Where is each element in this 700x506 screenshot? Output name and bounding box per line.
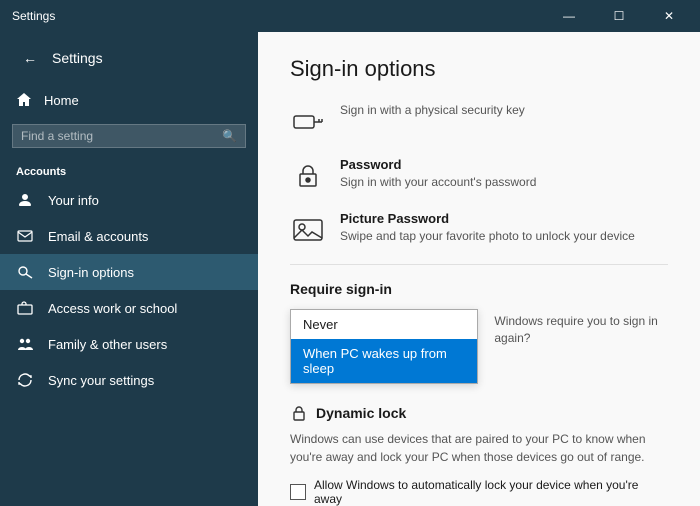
divider	[290, 264, 668, 265]
sidebar-section-label: Accounts	[0, 156, 258, 182]
sync-icon	[16, 371, 34, 389]
dynamic-lock-section: Dynamic lock Windows can use devices tha…	[290, 404, 668, 506]
title-bar-controls: — ☐ ✕	[546, 0, 692, 32]
home-icon	[16, 92, 32, 108]
require-signin-dropdown[interactable]: Never When PC wakes up from sleep	[290, 309, 478, 384]
sidebar-item-label: Email & accounts	[48, 229, 148, 244]
sidebar-item-sync-settings[interactable]: Sync your settings	[0, 362, 258, 398]
option-password: Password Sign in with your account's pas…	[290, 156, 668, 194]
dynamic-lock-desc: Windows can use devices that are paired …	[290, 430, 668, 466]
picture-password-label: Picture Password	[340, 210, 635, 228]
person-icon	[16, 191, 34, 209]
picture-password-text: Picture Password Swipe and tap your favo…	[340, 210, 635, 245]
auto-lock-checkbox[interactable]	[290, 484, 306, 500]
sidebar-item-email-accounts[interactable]: Email & accounts	[0, 218, 258, 254]
briefcase-icon	[16, 299, 34, 317]
sidebar-item-label: Your info	[48, 193, 99, 208]
option-picture-password: Picture Password Swipe and tap your favo…	[290, 210, 668, 248]
security-key-desc: Sign in with a physical security key	[340, 102, 525, 119]
sidebar-item-family-users[interactable]: Family & other users	[0, 326, 258, 362]
back-button[interactable]: ←	[16, 44, 44, 72]
close-button[interactable]: ✕	[646, 0, 692, 32]
sidebar-item-label: Access work or school	[48, 301, 177, 316]
main-container: ← Settings Home 🔍 Accounts Your info	[0, 32, 700, 506]
require-signin-side-text: Windows require you to sign in again?	[494, 309, 668, 347]
password-icon	[290, 158, 326, 194]
auto-lock-checkbox-row[interactable]: Allow Windows to automatically lock your…	[290, 478, 668, 506]
family-icon	[16, 335, 34, 353]
auto-lock-label: Allow Windows to automatically lock your…	[314, 478, 668, 506]
sidebar-item-label: Family & other users	[48, 337, 167, 352]
password-label: Password	[340, 156, 536, 174]
sidebar-item-label: Sign-in options	[48, 265, 134, 280]
sidebar-item-access-work-school[interactable]: Access work or school	[0, 290, 258, 326]
home-label: Home	[44, 93, 79, 108]
dropdown-container: Never When PC wakes up from sleep Window…	[290, 309, 668, 384]
dropdown-option-never[interactable]: Never	[291, 310, 477, 339]
search-icon: 🔍	[222, 129, 237, 143]
content-area: Sign-in options Sign in with a physical …	[258, 32, 700, 506]
dynamic-lock-title: Dynamic lock	[290, 404, 668, 422]
title-bar-left: Settings	[8, 9, 55, 23]
security-key-icon	[290, 104, 326, 140]
title-bar-title: Settings	[12, 9, 55, 23]
email-icon	[16, 227, 34, 245]
search-box[interactable]: 🔍	[12, 124, 246, 148]
sidebar-title: Settings	[52, 50, 103, 66]
sidebar-header: ← Settings	[0, 32, 258, 84]
search-input[interactable]	[21, 129, 216, 143]
option-security-key: Sign in with a physical security key	[290, 102, 668, 140]
password-desc: Sign in with your account's password	[340, 174, 536, 191]
picture-password-icon	[290, 212, 326, 248]
sidebar: ← Settings Home 🔍 Accounts Your info	[0, 32, 258, 506]
key-icon	[16, 263, 34, 281]
sidebar-item-your-info[interactable]: Your info	[0, 182, 258, 218]
dynamic-lock-label: Dynamic lock	[316, 405, 406, 421]
dropdown-open: Never When PC wakes up from sleep	[290, 309, 478, 384]
require-signin-label: Require sign-in	[290, 281, 668, 297]
security-key-text: Sign in with a physical security key	[340, 102, 525, 119]
dropdown-option-wake-sleep[interactable]: When PC wakes up from sleep	[291, 339, 477, 383]
maximize-button[interactable]: ☐	[596, 0, 642, 32]
sidebar-item-sign-in-options[interactable]: Sign-in options	[0, 254, 258, 290]
picture-password-desc: Swipe and tap your favorite photo to unl…	[340, 228, 635, 245]
minimize-button[interactable]: —	[546, 0, 592, 32]
password-text: Password Sign in with your account's pas…	[340, 156, 536, 191]
title-bar: Settings — ☐ ✕	[0, 0, 700, 32]
page-title: Sign-in options	[290, 56, 668, 82]
sidebar-item-label: Sync your settings	[48, 373, 154, 388]
sidebar-item-home[interactable]: Home	[0, 84, 258, 116]
